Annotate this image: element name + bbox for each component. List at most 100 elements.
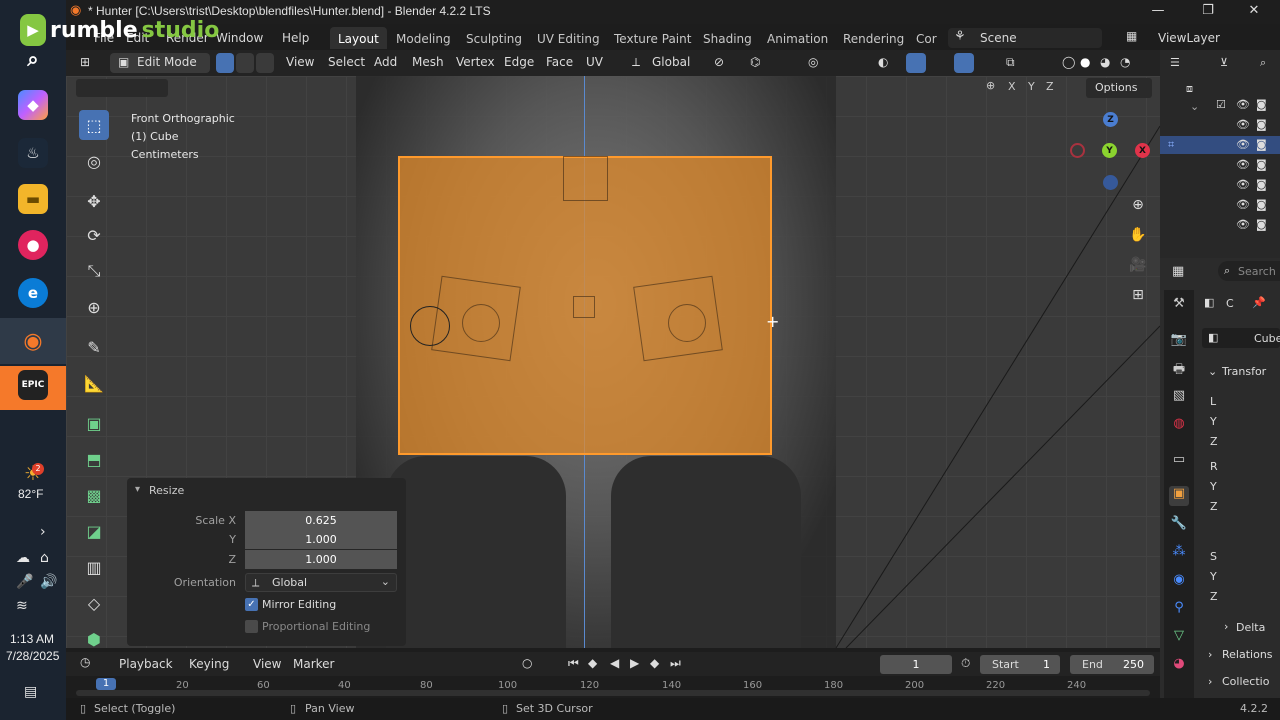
notifications-icon[interactable]: ▤ [24,684,37,700]
menu-help[interactable]: Help [282,31,309,45]
xray-icon[interactable]: ⧉ [1006,55,1015,70]
edge-browser-icon[interactable]: e [18,278,48,308]
transform-tool[interactable]: ⊕ [79,292,109,322]
camera-view-icon[interactable]: 🎥 [1126,253,1150,277]
jump-start-icon[interactable]: ⏮ [568,656,579,671]
options-dropdown[interactable]: Options [1086,78,1152,98]
menu-vertex[interactable]: Vertex [456,55,495,69]
mirror-editing-checkbox[interactable]: ✓ [245,598,258,611]
auto-key-icon[interactable]: ○ [522,656,532,670]
pin-icon[interactable]: 📌 [1252,296,1266,309]
tree-expander[interactable]: ⌄ [1190,100,1199,113]
extrude-tool[interactable]: ⬒ [79,444,109,474]
relations-panel-label[interactable]: Relations [1222,648,1273,661]
blender-icon[interactable]: ◉ [18,326,48,356]
world-tab-icon[interactable]: ▭ [1169,452,1189,472]
poly-build-tool[interactable]: ⬢ [79,624,109,654]
tab-uv-editing[interactable]: UV Editing [529,27,608,49]
microphone-icon[interactable]: 🎤 [16,574,33,590]
search-icon[interactable]: ⌕ [1260,56,1266,70]
snap-icon[interactable]: ⌬ [750,55,760,69]
eye-icon[interactable]: 👁 [1236,118,1250,131]
properties-editor-icon[interactable]: ▦ [1172,264,1184,279]
copilot-icon[interactable]: ◆ [18,90,48,120]
wireframe-shading-icon[interactable]: ◯ [1062,55,1075,69]
gizmo-toggle[interactable] [906,53,926,73]
camera-icon[interactable]: ◙ [1256,118,1267,131]
selection-mode-buttons[interactable] [76,79,168,97]
current-frame-field[interactable]: 1 [880,655,952,674]
tool-tab-icon[interactable]: ⚒ [1169,296,1189,316]
playhead[interactable]: 1 [96,678,116,690]
relations-expander[interactable]: › [1208,648,1212,661]
pan-hand-icon[interactable]: ✋ [1126,223,1150,247]
eye-icon[interactable]: 👁 [1236,198,1250,211]
eye-icon[interactable]: 👁 [1236,158,1250,171]
tab-texture-paint[interactable]: Texture Paint [606,27,699,49]
menu-add[interactable]: Add [374,55,397,69]
play-reverse-icon[interactable]: ◀ [610,656,619,670]
particles-tab-icon[interactable]: ⁂ [1169,544,1189,564]
properties-search[interactable]: ⌕ Search [1218,261,1280,281]
camera-icon[interactable]: ◙ [1256,98,1267,111]
ortho-grid-icon[interactable]: ⊞ [1126,283,1150,307]
menu-view[interactable]: View [253,657,281,671]
menu-keying[interactable]: Keying [189,657,229,671]
stopwatch-icon[interactable]: ⏱ [961,656,970,671]
meet-icon[interactable]: ⌂ [40,550,49,566]
overlay-toggle[interactable] [954,53,974,73]
menu-select[interactable]: Select [328,55,365,69]
gizmo-z-axis[interactable]: Z [1103,112,1118,127]
tab-modeling[interactable]: Modeling [388,27,459,49]
jump-end-icon[interactable]: ⏭ [670,656,681,671]
end-frame-field[interactable]: End 250 [1070,655,1154,674]
solid-shading-icon[interactable]: ● [1080,55,1090,69]
modifier-tab-icon[interactable]: 🔧 [1169,516,1189,536]
mirror-x-toggle[interactable]: X [1008,80,1016,93]
checkbox-icon[interactable]: ☑ [1216,98,1226,111]
render-tab-icon[interactable]: 📷 [1169,332,1189,352]
face-select-button[interactable] [256,53,274,73]
proportional-editing-checkbox[interactable] [245,620,258,633]
eye-icon[interactable]: 👁 [1236,178,1250,191]
tab-animation[interactable]: Animation [759,27,836,49]
menu-edge[interactable]: Edge [504,55,534,69]
maximize-button[interactable]: ❐ [1193,3,1223,18]
bevel-tool[interactable]: ◪ [79,516,109,546]
timeline-ruler[interactable]: 1 20 60 40 80 100 120 140 160 180 200 22… [66,676,1160,698]
menu-window[interactable]: Window [216,31,263,45]
collections-panel-label[interactable]: Collectio [1222,675,1269,688]
chat-app-icon[interactable]: ● [18,230,48,260]
eye-icon[interactable]: 👁 [1236,138,1250,151]
inset-tool[interactable]: ▩ [79,480,109,510]
tab-layout[interactable]: Layout [330,27,387,49]
object-name-field[interactable]: ◧ Cube [1202,328,1280,348]
measure-tool[interactable]: 📐 [79,368,109,398]
zoom-icon[interactable]: ⊕ [1126,193,1150,217]
epic-games-icon[interactable]: EPIC [18,370,48,400]
loop-cut-tool[interactable]: ▥ [79,552,109,582]
object-tab-icon[interactable]: ▣ [1169,486,1189,506]
scene-name[interactable]: Scene [980,31,1017,45]
start-frame-field[interactable]: Start 1 [980,655,1060,674]
material-tab-icon[interactable]: ◕ [1169,656,1189,676]
proportional-icon[interactable]: ◎ [808,55,818,69]
transform-orientation[interactable]: Global [652,55,690,69]
delta-panel-label[interactable]: Delta [1236,621,1265,634]
minimize-button[interactable]: — [1143,3,1173,18]
orientation-dropdown[interactable]: ⟂ Global ⌄ [245,573,397,592]
timeline-scrollbar[interactable] [76,690,1150,696]
menu-mesh[interactable]: Mesh [412,55,444,69]
speaker-icon[interactable]: 🔊 [40,574,57,590]
gizmo-y-axis[interactable]: Y [1102,143,1117,158]
outliner-editor-icon[interactable]: ☰ [1170,56,1180,69]
eye-icon[interactable]: 👁 [1236,218,1250,231]
scale-x-field[interactable]: 0.625 [245,511,397,530]
file-explorer-icon[interactable]: ▬ [18,184,48,214]
camera-icon[interactable]: ◙ [1256,158,1267,171]
filter-icon[interactable]: ⊻ [1220,56,1228,69]
eye-icon[interactable]: 👁 [1236,98,1250,111]
gizmo-neg-x[interactable] [1070,143,1085,158]
transform-panel-label[interactable]: Transfor [1222,365,1266,378]
collections-expander[interactable]: › [1208,675,1212,688]
